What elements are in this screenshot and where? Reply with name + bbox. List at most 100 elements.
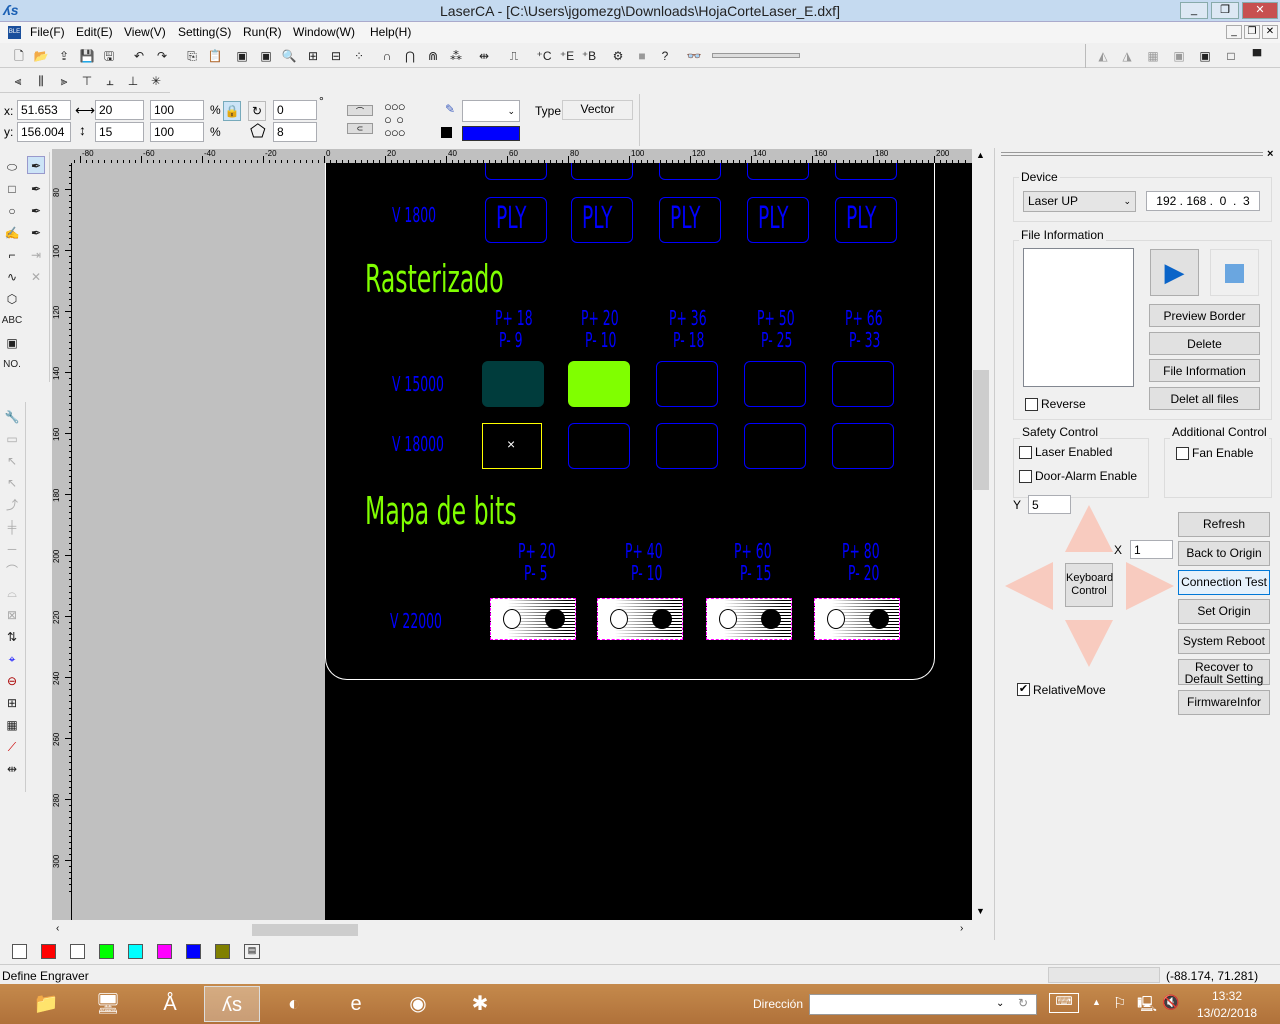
- firmwareinfor-button[interactable]: FirmwareInfor: [1178, 690, 1270, 715]
- wrench-icon[interactable]: 🔧: [3, 408, 21, 426]
- taskbar-bluetooth-app-icon[interactable]: ✱: [452, 986, 508, 1022]
- triangle-icon[interactable]: ◭: [1094, 47, 1112, 65]
- raster-box[interactable]: [568, 361, 630, 407]
- join-icon[interactable]: ─: [3, 540, 21, 558]
- ply-box-partial[interactable]: [485, 163, 547, 180]
- ply-box-partial[interactable]: [571, 163, 633, 180]
- center-icon[interactable]: ⊞: [3, 694, 21, 712]
- arc-up-button[interactable]: ⌒: [347, 105, 373, 116]
- reverse-checkbox[interactable]: [1025, 398, 1038, 411]
- move-down-button[interactable]: [1065, 620, 1113, 667]
- grid-icon[interactable]: ▦: [3, 716, 21, 734]
- lock-ratio-button[interactable]: 🔒: [223, 101, 241, 121]
- zoom-icon[interactable]: 🔍: [280, 47, 298, 65]
- square-icon[interactable]: □: [1222, 47, 1240, 65]
- view-monitor-icon[interactable]: ▣: [233, 47, 251, 65]
- palette-color[interactable]: [128, 944, 143, 959]
- combine-icon[interactable]: ⁂: [447, 47, 465, 65]
- volume-muted-icon[interactable]: 🔇: [1162, 994, 1179, 1011]
- palette-color[interactable]: [70, 944, 85, 959]
- palette-color[interactable]: [215, 944, 230, 959]
- delete-button[interactable]: Delete: [1149, 332, 1260, 355]
- network-icon[interactable]: 🖳: [1137, 994, 1157, 1019]
- image-tool-icon[interactable]: ▣: [3, 334, 21, 352]
- refresh-button[interactable]: Refresh: [1178, 512, 1270, 537]
- rotate-button[interactable]: ↻: [248, 101, 266, 121]
- menu-help[interactable]: Help(H): [370, 25, 411, 39]
- polyline-tool-icon[interactable]: ⌐: [3, 246, 21, 264]
- x-input[interactable]: [17, 100, 71, 120]
- corner-icon[interactable]: ⌒: [3, 562, 21, 580]
- ply-box[interactable]: PLY: [659, 197, 721, 243]
- menu-file[interactable]: File(F): [30, 25, 65, 39]
- laser-enabled-checkbox[interactable]: [1019, 446, 1032, 459]
- start-point-icon[interactable]: ⊖: [3, 672, 21, 690]
- freehand-tool-icon[interactable]: ✍: [3, 224, 21, 242]
- pen-select-icon[interactable]: ✒: [27, 156, 45, 174]
- connection-test-button[interactable]: Connection Test: [1178, 570, 1270, 595]
- align-right-icon[interactable]: ⫸: [55, 72, 73, 90]
- bitmap-image[interactable]: [814, 598, 900, 640]
- raster-box[interactable]: [482, 361, 544, 407]
- node-move-icon[interactable]: ⇥: [27, 246, 45, 264]
- save-icon[interactable]: 💾: [78, 47, 96, 65]
- taskbar-chrome-icon[interactable]: ◉: [390, 986, 446, 1022]
- relative-move-checkbox[interactable]: ✔: [1017, 683, 1030, 696]
- door-alarm-checkbox[interactable]: [1019, 470, 1032, 483]
- ply-box[interactable]: PLY: [835, 197, 897, 243]
- horizontal-scroll-thumb[interactable]: [252, 924, 358, 936]
- start-button[interactable]: ▶: [1150, 249, 1199, 296]
- square-frame-icon[interactable]: ▣: [1196, 47, 1214, 65]
- delete-all-files-button[interactable]: Delet all files: [1149, 387, 1260, 410]
- swap-arrows-icon[interactable]: ⇅: [3, 628, 21, 646]
- view-monitor-2-icon[interactable]: ▣: [257, 47, 275, 65]
- file-information-button[interactable]: File Information: [1149, 359, 1260, 382]
- ellipse-tool-icon[interactable]: ⬭: [3, 158, 21, 176]
- pen-circle-icon[interactable]: ✒: [27, 202, 45, 220]
- node-add-icon[interactable]: ↖: [3, 452, 21, 470]
- arc-left-button[interactable]: ⊂: [347, 123, 373, 134]
- taskbar-device-manager-icon[interactable]: 🖥: [80, 986, 136, 1022]
- vertical-scroll-thumb[interactable]: [973, 370, 989, 490]
- color-swatch[interactable]: [462, 126, 520, 141]
- curve-tool-icon[interactable]: ∿: [3, 268, 21, 286]
- selection-box[interactable]: ×: [482, 423, 542, 469]
- scale-height-input[interactable]: [150, 122, 204, 142]
- laser-line-icon[interactable]: ⟋: [3, 738, 21, 756]
- palette-color[interactable]: [99, 944, 114, 959]
- mirror-h-icon[interactable]: ⋂: [401, 47, 419, 65]
- align-bottom-icon[interactable]: ⊥: [124, 72, 142, 90]
- add-e-icon[interactable]: ⁺E: [558, 47, 576, 65]
- palette-more-button[interactable]: ▤: [244, 944, 260, 959]
- preview-border-button[interactable]: Preview Border: [1149, 304, 1260, 327]
- bitmap-image[interactable]: [706, 598, 792, 640]
- open-folder-icon[interactable]: 📂: [32, 47, 50, 65]
- align-left-icon[interactable]: ⫷: [9, 72, 27, 90]
- raster-box[interactable]: [656, 361, 718, 407]
- circle-tool-icon[interactable]: ○: [3, 202, 21, 220]
- align-center-v-icon[interactable]: ⫼: [32, 72, 50, 90]
- mdi-close-button[interactable]: ✕: [1262, 25, 1278, 39]
- undo-icon[interactable]: ↶: [130, 47, 148, 65]
- anchor-point-selector[interactable]: ○○○ ○ ○ ○○○: [384, 100, 428, 140]
- rectangle-tool-icon[interactable]: □: [3, 180, 21, 198]
- ip-address-field[interactable]: 192 . 168 . 0 . 3: [1146, 191, 1260, 211]
- x-step-input[interactable]: [1130, 540, 1173, 559]
- ply-box-partial[interactable]: [747, 163, 809, 180]
- paste-icon[interactable]: 📋: [206, 47, 224, 65]
- menu-setting[interactable]: Setting(S): [178, 25, 231, 39]
- distribute-icon[interactable]: ⇹: [475, 47, 493, 65]
- taskbar-adobe-illustrator-icon[interactable]: Å: [142, 986, 198, 1022]
- triangle-half-icon[interactable]: ◮: [1118, 47, 1136, 65]
- device-dropdown[interactable]: Laser UP ⌄: [1023, 191, 1136, 212]
- taskbar-internet-explorer-icon[interactable]: e: [328, 986, 384, 1022]
- canvas-offpage[interactable]: [72, 163, 325, 920]
- back-to-origin-button[interactable]: Back to Origin: [1178, 541, 1270, 566]
- scale-width-input[interactable]: [150, 100, 204, 120]
- taskbar-file-explorer-icon[interactable]: 📁: [18, 986, 74, 1022]
- menu-edit[interactable]: Edit(E): [76, 25, 113, 39]
- array-icon[interactable]: ⁘: [350, 47, 368, 65]
- menu-view[interactable]: View(V): [124, 25, 166, 39]
- minimize-button[interactable]: _: [1180, 2, 1208, 19]
- action-center-icon[interactable]: ⚐: [1113, 994, 1126, 1012]
